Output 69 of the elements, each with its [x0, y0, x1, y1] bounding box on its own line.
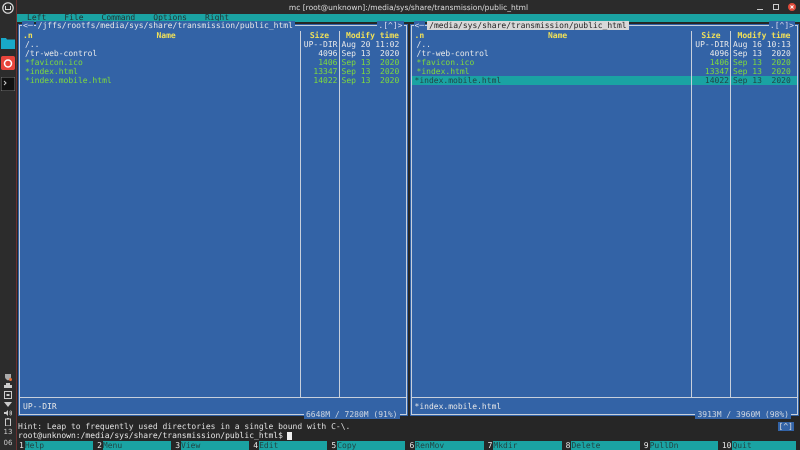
file-date: Sep 13 2020: [340, 49, 400, 58]
file-date: Sep 13 2020: [340, 76, 400, 85]
prompt-text: root@unknown:/media/sys/share/transmission/public_html$: [18, 431, 283, 440]
file-size: 13347: [312, 67, 338, 76]
file-name[interactable]: *index.mobile.html: [412, 76, 691, 85]
file-size: 1406: [317, 58, 338, 67]
terminal-icon[interactable]: [1, 77, 15, 91]
sort-indicator[interactable]: .n: [414, 31, 424, 40]
panel-history[interactable]: .[^]>: [377, 21, 404, 30]
column-header[interactable]: Size: [701, 31, 721, 40]
panel-path: /jffs/rootfs/media/sys/share/transmission/public_html: [36, 21, 295, 30]
file-date: Sep 13 2020: [732, 67, 792, 76]
app-icon[interactable]: [1, 56, 15, 70]
speaker-icon[interactable]: [4, 409, 12, 417]
file-size: 13347: [704, 67, 730, 76]
file-size: UP--DIR: [694, 40, 730, 49]
folder-icon[interactable]: [1, 37, 15, 49]
menu-item[interactable]: Options: [147, 14, 193, 22]
panel-nav-arrows[interactable]: <─: [22, 21, 34, 30]
file-name[interactable]: *index.html: [414, 67, 691, 76]
free-space: 6648M / 7280M (91%): [304, 410, 400, 419]
panel-history[interactable]: .[^]>: [768, 21, 795, 30]
file-date: Sep 13 2020: [731, 76, 797, 85]
file-size: 1406: [708, 58, 730, 67]
menu-item[interactable]: Right: [198, 14, 236, 22]
column-header[interactable]: Modify time: [738, 31, 790, 40]
column-header[interactable]: Name: [156, 31, 176, 40]
file-name[interactable]: /..: [414, 40, 691, 49]
column-header[interactable]: Size: [310, 31, 330, 40]
maximize-icon[interactable]: [772, 3, 780, 11]
file-date: Sep 13 2020: [732, 58, 792, 67]
mini-status: *index.mobile.html: [414, 402, 502, 410]
window-icon[interactable]: [4, 391, 12, 399]
command-line[interactable]: root@unknown:/media/sys/share/transmission/public_html$: [17, 431, 800, 440]
column-header[interactable]: Name: [548, 31, 568, 40]
file-name[interactable]: /tr-web-control: [414, 49, 691, 58]
close-icon[interactable]: [788, 3, 796, 11]
printer-icon[interactable]: [4, 382, 12, 390]
file-size: 4096: [317, 49, 338, 58]
file-size: 14022: [312, 76, 338, 85]
file-date: Sep 13 2020: [340, 58, 400, 67]
file-name[interactable]: *index.html: [23, 67, 300, 76]
battery-icon[interactable]: [4, 418, 12, 426]
file-date: Sep 13 2020: [732, 49, 792, 58]
file-date: Aug 16 10:13: [732, 40, 792, 49]
file-size: UP--DIR: [302, 40, 338, 49]
text-cursor: [286, 432, 292, 440]
panel-path: /media/sys/share/transmission/public_html: [427, 21, 629, 30]
logo-icon[interactable]: [2, 2, 14, 14]
file-name[interactable]: /tr-web-control: [23, 49, 300, 58]
panel-nav-arrows[interactable]: <─: [414, 21, 426, 30]
menu-item[interactable]: Command: [96, 14, 142, 22]
column-header[interactable]: Modify time: [346, 31, 399, 40]
shield-icon[interactable]: [4, 373, 12, 381]
file-name[interactable]: /..: [23, 40, 300, 49]
history-button[interactable]: [^]: [778, 422, 794, 431]
file-size: 14022: [692, 76, 730, 85]
file-name[interactable]: *index.mobile.html: [23, 76, 300, 85]
menu-item[interactable]: Left: [21, 14, 52, 22]
hint-text: Hint: Leap to frequently used directories in a single bound with C-\.: [18, 422, 350, 431]
mini-status: UP--DIR: [23, 402, 57, 410]
free-space: 3913M / 3960M (98%): [695, 410, 791, 419]
sort-indicator[interactable]: .n: [23, 31, 33, 40]
menu-item[interactable]: File: [58, 14, 90, 22]
file-name[interactable]: *favicon.ico: [414, 58, 691, 67]
file-name[interactable]: *favicon.ico: [23, 58, 300, 67]
file-date: Aug 20 11:02: [340, 40, 400, 49]
file-size: 4096: [708, 49, 730, 58]
file-date: Sep 13 2020: [340, 67, 400, 76]
